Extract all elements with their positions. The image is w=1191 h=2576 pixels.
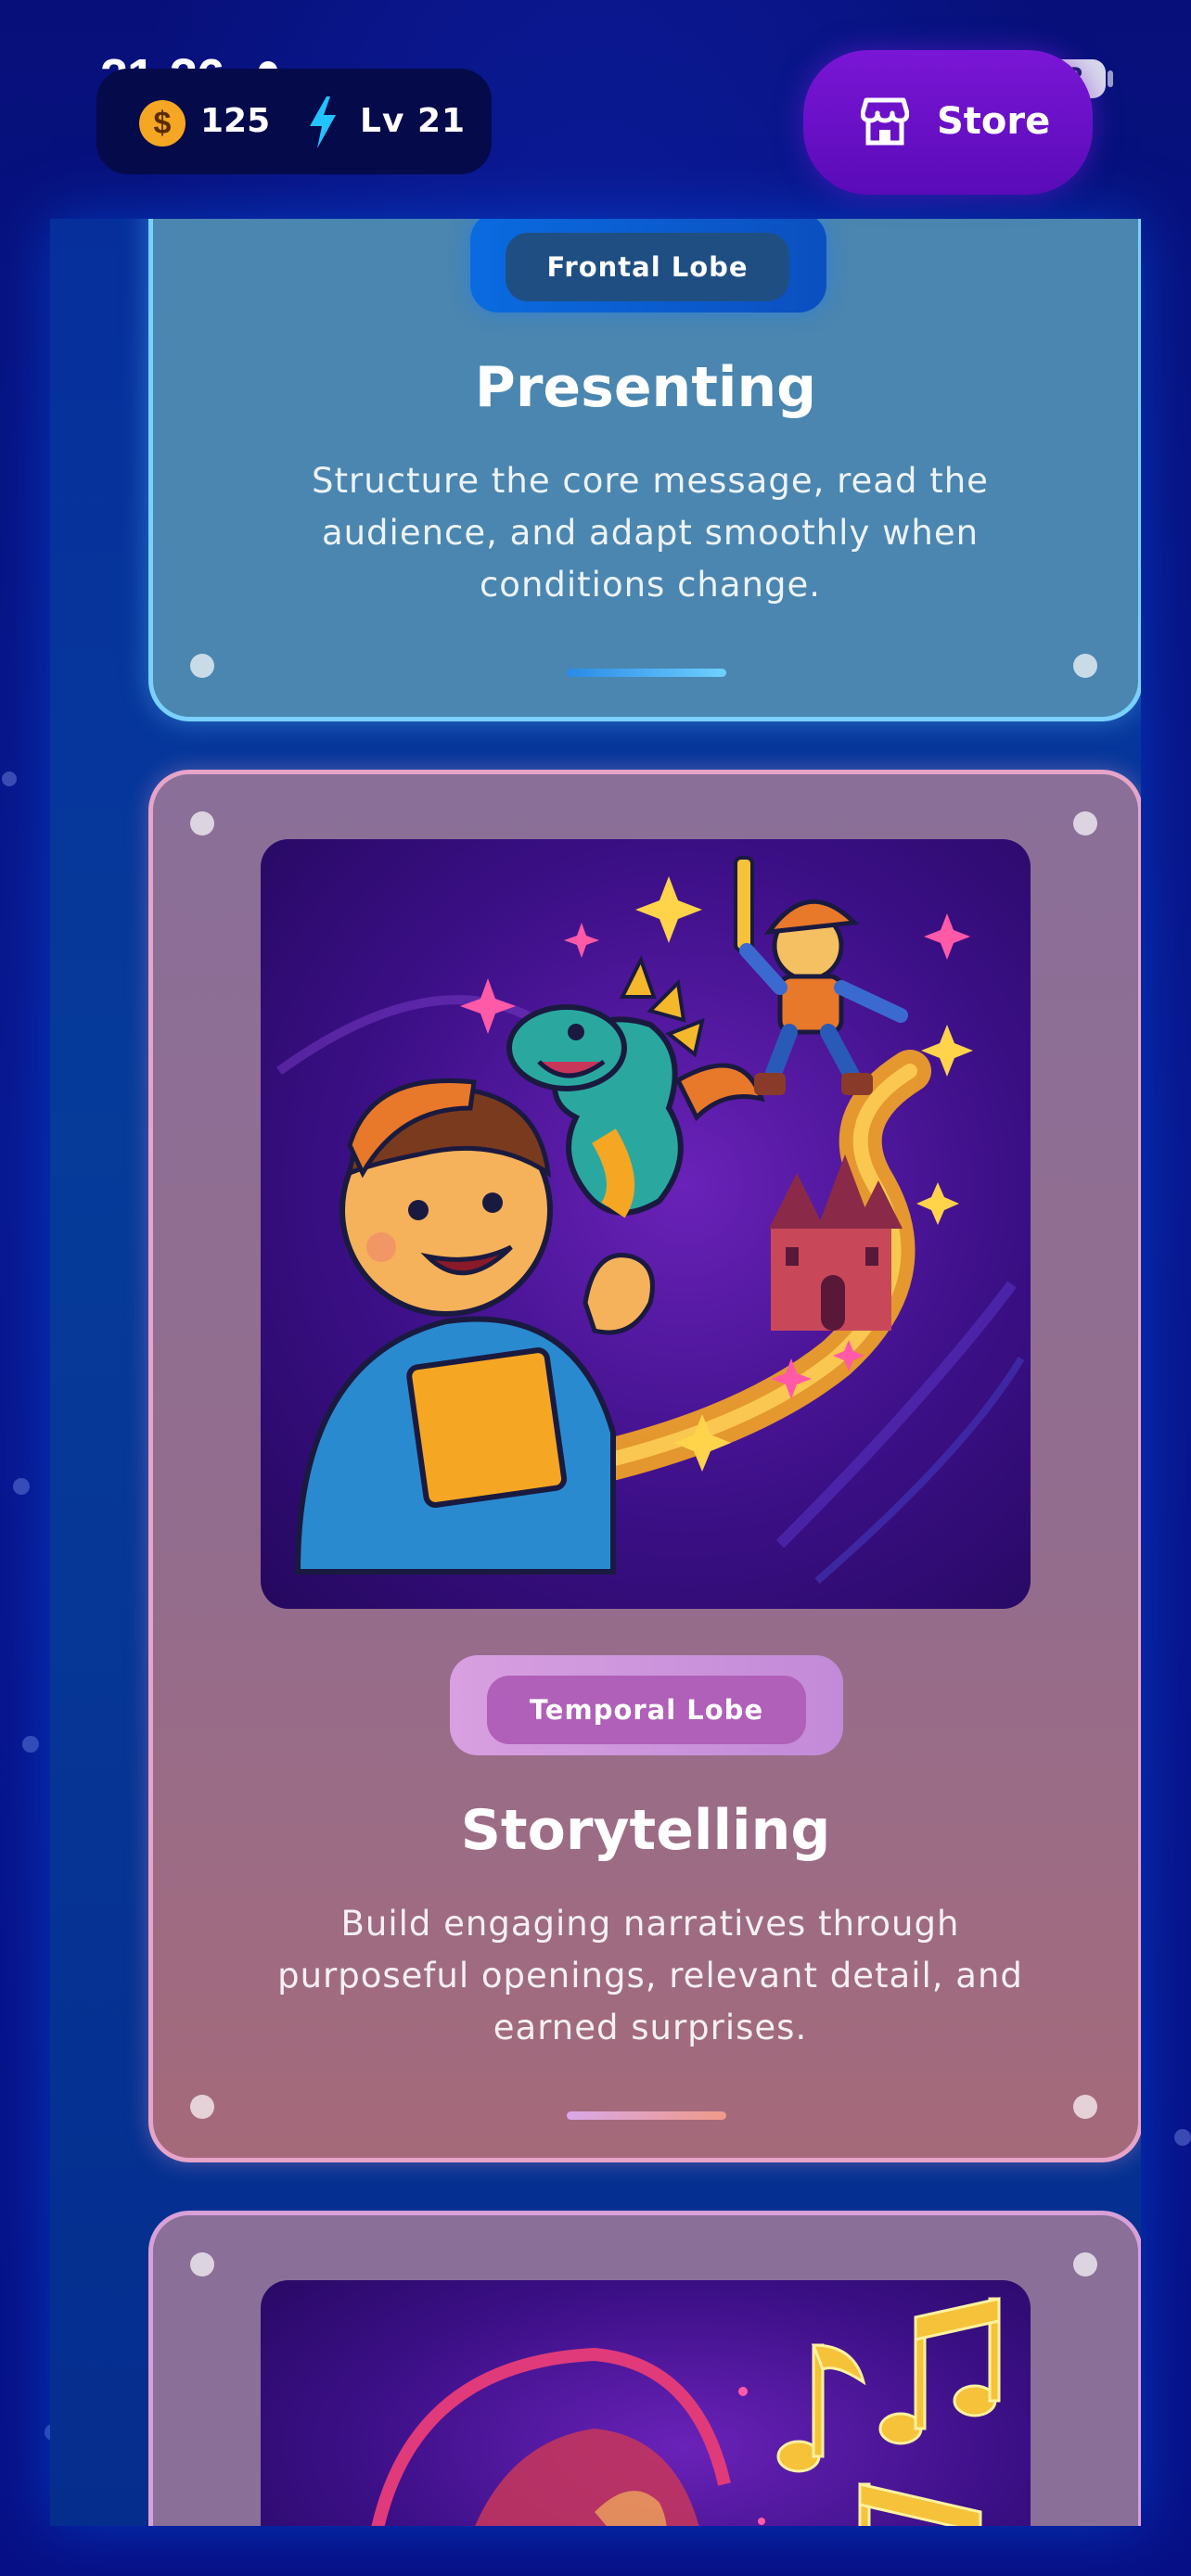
card-description-line: purposeful openings, relevant detail, an… xyxy=(277,1956,1023,1996)
card-corner-rivet xyxy=(190,2095,214,2119)
singer-with-notes-illustration xyxy=(371,2297,1001,2526)
bg-sparkle xyxy=(13,1478,30,1495)
card-page-indicator xyxy=(567,2111,726,2120)
card-corner-rivet xyxy=(190,654,214,678)
card-corner-rivet xyxy=(1073,2252,1097,2276)
card-corner-rivet xyxy=(1073,2095,1097,2119)
card-corner-rivet xyxy=(190,811,214,835)
card-list[interactable]: Frontal Lobe Presenting Structure the co… xyxy=(50,219,1141,2526)
card-description-line: conditions change. xyxy=(479,565,822,605)
card-description-line: Build engaging narratives through xyxy=(340,1904,960,1944)
storytelling-illustration xyxy=(261,839,1031,1609)
card-title: Presenting xyxy=(474,355,817,420)
music-illustration xyxy=(261,2280,1031,2526)
skill-card-storytelling[interactable]: Temporal Lobe Storytelling Build engagin… xyxy=(148,770,1141,2162)
bolt-icon xyxy=(310,96,336,148)
battery-nub xyxy=(1108,70,1113,87)
bg-sparkle xyxy=(1174,2129,1191,2146)
store-label: Store xyxy=(937,100,1051,143)
lobe-tag: Frontal Lobe xyxy=(506,233,789,301)
card-title: Storytelling xyxy=(460,1798,831,1863)
skill-card-presenting[interactable]: Frontal Lobe Presenting Structure the co… xyxy=(148,219,1141,721)
card-description-line: Structure the core message, read the xyxy=(312,461,989,501)
coin-icon: $ xyxy=(139,100,186,147)
card-corner-rivet xyxy=(190,2252,214,2276)
skill-card-music[interactable] xyxy=(148,2211,1141,2526)
coin-count: 125 xyxy=(200,102,271,140)
card-page-indicator xyxy=(567,669,726,677)
bg-sparkle xyxy=(2,772,17,786)
storyteller-with-dragon-illustration xyxy=(276,856,1025,1585)
card-corner-rivet xyxy=(1073,654,1097,678)
card-description-line: audience, and adapt smoothly when xyxy=(321,513,980,553)
card-description-line: earned surprises. xyxy=(493,2008,808,2047)
bg-sparkle xyxy=(22,1736,39,1753)
lobe-tag: Temporal Lobe xyxy=(487,1676,806,1744)
store-icon xyxy=(861,97,909,146)
player-level: Lv 21 xyxy=(360,102,467,140)
card-corner-rivet xyxy=(1073,811,1097,835)
